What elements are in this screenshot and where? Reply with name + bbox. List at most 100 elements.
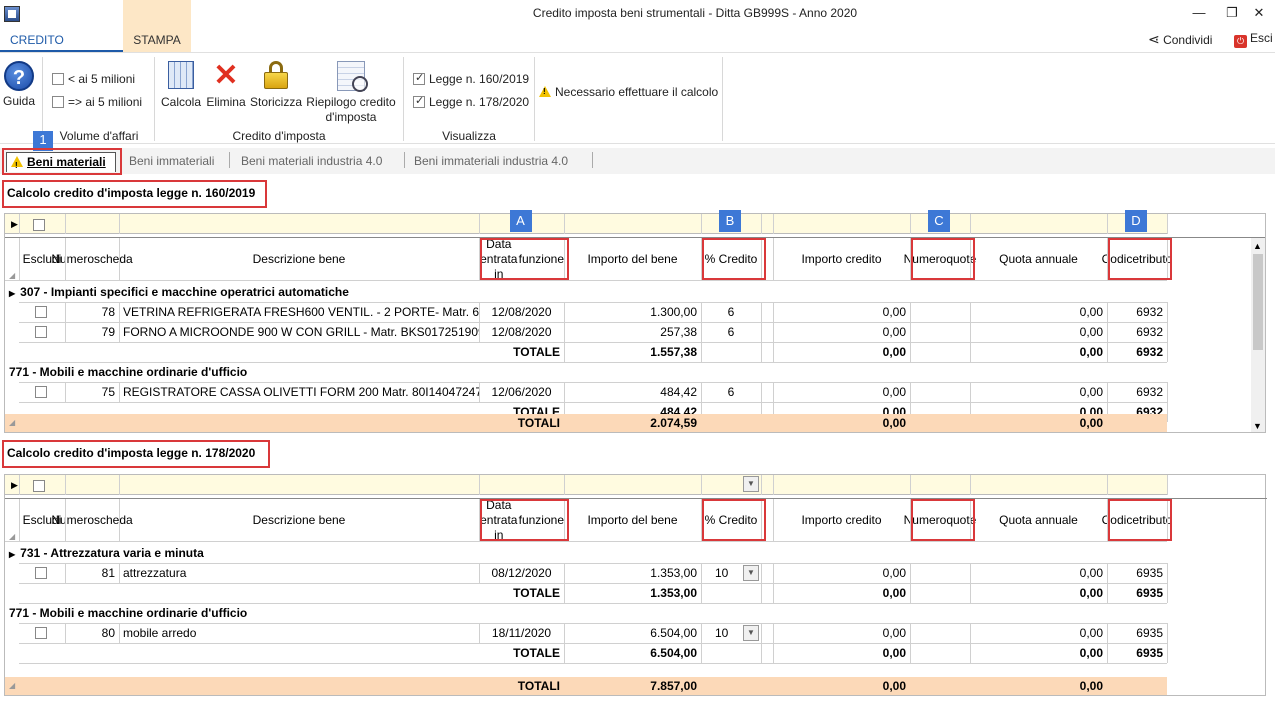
exit-button[interactable]: ⏻ Esci xyxy=(1234,31,1273,48)
column-header-perc[interactable]: % Credito xyxy=(701,499,761,541)
divider xyxy=(773,563,774,583)
checkbox[interactable] xyxy=(413,94,425,108)
cell-desc: REGISTRATORE CASSA OLIVETTI FORM 200 Mat… xyxy=(123,385,479,399)
cell-quota: 0,00 xyxy=(1079,325,1103,339)
totali-importo: 7.857,00 xyxy=(650,679,697,693)
divider xyxy=(564,583,565,603)
chevron-up-icon[interactable]: ▲ xyxy=(1251,236,1264,256)
perc-select[interactable]: 10 ▼ xyxy=(701,563,773,583)
tab-beni-materiali-industria[interactable]: Beni materiali industria 4.0 xyxy=(241,152,382,172)
group-header[interactable]: ▶ 307 - Impianti specifici e macchine ope… xyxy=(5,282,1167,302)
escludi-checkbox[interactable] xyxy=(35,626,51,640)
tab-credito-imposta[interactable]: CREDITO IMPOSTA xyxy=(0,28,123,71)
column-header-data[interactable]: Data entrata in funzione xyxy=(479,237,564,281)
checkbox[interactable] xyxy=(52,96,64,108)
divider xyxy=(701,322,702,342)
column-header-quota[interactable]: Quota annuale xyxy=(970,238,1107,280)
divider xyxy=(1107,238,1108,280)
divider xyxy=(42,57,43,141)
column-header-data[interactable]: Data entrata in funzione xyxy=(479,498,564,542)
totale-importo: 1.353,00 xyxy=(650,586,697,600)
group-header[interactable]: 771 - Mobili e macchine ordinarie d'uffi… xyxy=(5,362,1167,382)
tab-beni-materiali[interactable]: Beni materiali xyxy=(6,152,116,175)
checkbox[interactable] xyxy=(52,73,64,85)
column-header-num[interactable]: Numero scheda xyxy=(51,238,132,280)
elimina-button[interactable]: ✕ Elimina xyxy=(205,61,247,110)
perc-select[interactable]: 10 ▼ xyxy=(701,623,773,643)
vertical-scrollbar[interactable]: ▲ ▼ xyxy=(1251,236,1265,432)
close-button[interactable]: ✕ xyxy=(1245,2,1273,24)
minimize-button[interactable]: — xyxy=(1185,2,1213,24)
column-header-perc[interactable]: % Credito xyxy=(701,238,761,280)
divider xyxy=(773,382,774,402)
option-legge-160[interactable]: Legge n. 160/2019 xyxy=(413,71,533,86)
scrollbar-thumb[interactable] xyxy=(1253,254,1263,350)
column-header-codice[interactable]: Codice tributo xyxy=(1102,499,1173,541)
totale-importo: 1.557,38 xyxy=(650,345,697,359)
perc-filter-dropdown[interactable]: ▼ xyxy=(743,476,759,492)
column-header-desc[interactable]: Descrizione bene xyxy=(119,499,479,541)
column-header-quote[interactable]: Numero quote xyxy=(904,238,977,280)
lock-icon xyxy=(264,61,288,89)
divider xyxy=(479,475,480,495)
tab-beni-immateriali[interactable]: Beni immateriali xyxy=(129,152,214,172)
chevron-down-icon[interactable]: ▼ xyxy=(1251,416,1264,432)
corner-icon: ◢ xyxy=(9,418,16,427)
divider xyxy=(479,238,480,280)
option-more-5m[interactable]: => ai 5 milioni xyxy=(52,95,152,109)
grid-legge-178: ▶ ▼ Escludi Numero scheda Descrizione bene Dat… xyxy=(4,474,1267,696)
divider xyxy=(564,499,565,541)
divider xyxy=(119,302,120,322)
escludi-checkbox[interactable] xyxy=(35,385,51,399)
column-header-quota[interactable]: Quota annuale xyxy=(970,499,1107,541)
tab-stampa[interactable]: STAMPA xyxy=(123,0,191,52)
divider xyxy=(773,623,774,643)
cell-codice: 6935 xyxy=(1136,566,1163,580)
escludi-checkbox[interactable] xyxy=(35,566,51,580)
divider xyxy=(1107,623,1108,643)
divider xyxy=(65,214,66,234)
divider xyxy=(910,302,911,322)
column-header-codice[interactable]: Codice tributo xyxy=(1102,238,1173,280)
select-all-checkbox[interactable] xyxy=(33,218,49,232)
divider xyxy=(701,583,702,603)
storicizza-button[interactable]: Storicizza xyxy=(249,61,303,109)
totali-label: TOTALI xyxy=(517,679,560,693)
share-button[interactable]: ⋖ Condividi xyxy=(1148,31,1212,48)
column-header-credito[interactable]: Importo credito xyxy=(773,238,910,280)
warning-icon xyxy=(539,86,551,97)
riepilogo-button[interactable]: Riepilogo credito d'imposta xyxy=(304,61,398,125)
divider xyxy=(479,623,480,643)
tab-beni-immateriali-industria[interactable]: Beni immateriali industria 4.0 xyxy=(414,152,568,172)
column-header-num[interactable]: Numero scheda xyxy=(51,499,132,541)
divider xyxy=(479,382,480,402)
column-header-credito[interactable]: Importo credito xyxy=(773,499,910,541)
select-all-checkbox[interactable] xyxy=(33,479,49,493)
option-legge-178[interactable]: Legge n. 178/2020 xyxy=(413,94,533,109)
help-icon: ? xyxy=(4,61,34,91)
divider xyxy=(119,475,120,495)
divider xyxy=(970,643,971,663)
divider xyxy=(1107,214,1108,234)
calcola-button[interactable]: Calcola xyxy=(159,61,203,109)
column-header-desc[interactable]: Descrizione bene xyxy=(119,238,479,280)
divider xyxy=(19,475,20,495)
column-header-importo[interactable]: Importo del bene xyxy=(564,499,701,541)
escludi-checkbox[interactable] xyxy=(35,325,51,339)
divider xyxy=(773,342,774,362)
maximize-button[interactable]: ❐ xyxy=(1218,2,1246,24)
group-label-volume: Volume d'affari xyxy=(59,129,139,143)
guida-button[interactable]: ? Guida xyxy=(2,61,36,108)
totali-credito: 0,00 xyxy=(882,416,906,430)
option-less-5m[interactable]: < ai 5 milioni xyxy=(52,72,152,86)
cell-credito: 0,00 xyxy=(882,626,906,640)
escludi-checkbox[interactable] xyxy=(35,305,51,319)
column-header-importo[interactable]: Importo del bene xyxy=(564,238,701,280)
totali-importo: 2.074,59 xyxy=(650,416,697,430)
group-header[interactable]: 771 - Mobili e macchine ordinarie d'uffi… xyxy=(5,603,1167,623)
checkbox[interactable] xyxy=(413,71,425,85)
divider xyxy=(910,382,911,402)
group-header[interactable]: ▶ 731 - Attrezzatura varia e minuta xyxy=(5,543,1167,563)
totali-quota: 0,00 xyxy=(1079,416,1103,430)
column-header-quote[interactable]: Numero quote xyxy=(904,499,977,541)
